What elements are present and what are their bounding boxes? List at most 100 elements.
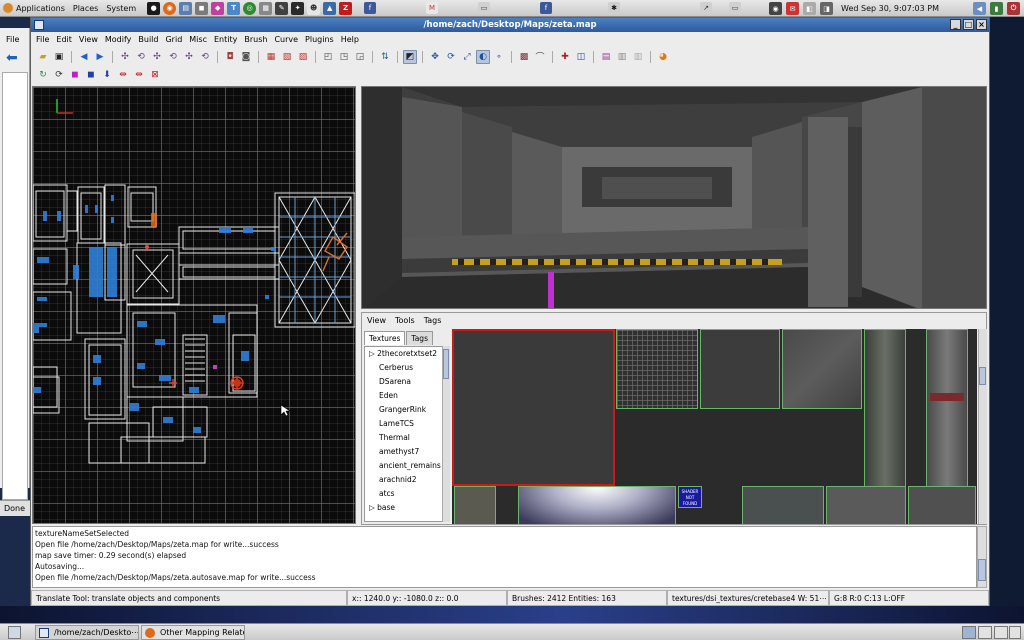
tree-scroll-thumb[interactable] [443,349,449,379]
facebook-icon[interactable]: f [540,2,552,14]
texture-tile[interactable] [908,486,976,524]
clock[interactable]: Wed Sep 30, 9:07:03 PM [841,4,939,13]
reload-icon[interactable]: ⟳ [52,68,66,82]
hollow-icon[interactable]: ▨ [296,50,310,64]
change-views-icon[interactable]: ◲ [353,50,367,64]
menu-build[interactable]: Build [138,35,158,44]
launcher-icon[interactable]: ✎ [275,1,289,15]
launcher-icon[interactable]: ▦ [259,1,273,15]
menu-curve[interactable]: Curve [274,35,298,44]
rotate-z-icon[interactable]: ⟲ [198,50,212,64]
clipper-icon[interactable]: ◰ [321,50,335,64]
flip-z-icon[interactable]: ✣ [182,50,196,64]
system-menu[interactable]: System [106,4,136,13]
taskbar-item-firefox[interactable]: Other Mapping Relate⋯ [141,625,245,640]
menu-help[interactable]: Help [341,35,359,44]
texture-tile[interactable] [926,329,968,487]
texture-tile[interactable] [518,486,676,524]
filter-icon[interactable]: ▥ [615,50,629,64]
down-arrow-icon[interactable]: ⬇ [100,68,114,82]
region-icon[interactable]: ▤ [599,50,613,64]
tree-item[interactable]: Cerberus [365,361,449,375]
split-icon[interactable]: ⇹ [116,68,130,82]
tex-menu-view[interactable]: View [367,316,386,325]
entity-icon[interactable]: ✚ [558,50,572,64]
volume-icon[interactable]: ◀ [973,2,986,15]
expand-arrow-icon[interactable]: ▷ [369,503,377,512]
rotate-y-icon[interactable]: ⟲ [166,50,180,64]
texture-scroll-thumb[interactable] [979,367,986,385]
tray-icon[interactable]: ✉ [786,2,800,15]
scale-icon[interactable]: ⤢ [460,50,474,64]
undo-icon[interactable]: ◀ [77,50,91,64]
console-scroll-thumb[interactable] [978,559,986,581]
minimize-button[interactable]: _ [950,19,961,30]
camera-view[interactable] [361,86,987,309]
bug-icon[interactable]: ✱ [608,2,620,14]
texture-tile[interactable] [864,329,906,487]
rotate-x-icon[interactable]: ⟲ [134,50,148,64]
browser-file-menu[interactable]: File [6,35,19,44]
shader-icon[interactable]: ◼ [84,68,98,82]
vertex-icon[interactable]: ∘ [492,50,506,64]
launcher-icon[interactable]: ↗ [700,2,712,14]
lock-icon[interactable]: ◫ [574,50,588,64]
show-desktop-button[interactable] [8,626,21,639]
open-icon[interactable]: ▰ [36,50,50,64]
patch-icon[interactable]: ▩ [517,50,531,64]
tree-item[interactable]: ▷ base [365,501,449,515]
shader-icon[interactable]: ◼ [68,68,82,82]
trash-icon[interactable] [1009,626,1021,639]
printer-icon[interactable]: ▭ [729,2,741,14]
printer-icon[interactable]: ▭ [478,2,490,14]
tex-menu-tags[interactable]: Tags [424,316,442,325]
workspace-3[interactable] [994,626,1008,639]
tab-tags[interactable]: Tags [406,331,433,345]
tree-item[interactable]: GrangerRink [365,403,449,417]
ortho-grid-view[interactable] [32,86,356,524]
launcher-icon[interactable]: ▲ [323,1,337,15]
close-button[interactable]: × [976,19,987,30]
rotate-icon[interactable]: ⟳ [444,50,458,64]
camera-icon[interactable]: ◩ [403,49,417,64]
filezilla-icon[interactable]: Z [339,1,353,15]
refresh-icon[interactable]: ↻ [36,68,50,82]
menu-brush[interactable]: Brush [244,35,267,44]
tree-item[interactable]: ▷ 2thecoretxtset2 [365,347,449,361]
launcher-icon[interactable]: ◆ [211,1,225,15]
texture-tile[interactable] [616,329,698,409]
tab-textures[interactable]: Textures [364,331,406,345]
shutdown-icon[interactable]: ⏻ [1007,2,1020,15]
maximize-button[interactable]: □ [963,19,974,30]
firefox-icon[interactable]: ◉ [163,1,177,15]
filter-icon[interactable]: ▥ [631,50,645,64]
expand-arrow-icon[interactable]: ▷ [369,349,377,358]
texture-tile[interactable] [452,329,615,486]
menu-file[interactable]: File [36,35,49,44]
tray-icon[interactable]: ◉ [769,2,783,15]
menu-entity[interactable]: Entity [214,35,237,44]
launcher-icon[interactable]: ☻ [307,1,321,15]
tree-item[interactable]: Thermal [365,431,449,445]
texture-tile[interactable] [742,486,824,524]
titlebar[interactable]: /home/zach/Desktop/Maps/zeta.map _ □ × [31,18,989,32]
cancel-icon[interactable]: ⊠ [148,68,162,82]
redo-icon[interactable]: ▶ [93,50,107,64]
texture-tile[interactable] [826,486,906,524]
flip-y-icon[interactable]: ✣ [150,50,164,64]
launcher-icon[interactable]: ◼ [195,1,209,15]
select-touching-icon[interactable]: ◙ [239,50,253,64]
tree-item[interactable]: ancient_remains [365,459,449,473]
window-icon[interactable] [34,20,44,30]
translate-icon[interactable]: ✥ [428,50,442,64]
shader-not-found-tile[interactable]: SHADER NOT FOUND [678,486,702,508]
plugin-icon[interactable]: ◕ [656,50,670,64]
menu-modify[interactable]: Modify [105,35,132,44]
facebook-icon[interactable]: f [364,2,376,14]
tray-icon[interactable]: ◧ [803,2,817,15]
drag-icon[interactable]: ⇅ [378,50,392,64]
tray-icon[interactable]: ◨ [820,2,834,15]
taskbar-item-radiant[interactable]: /home/zach/Deskto⋯ [35,625,139,640]
back-arrow-icon[interactable]: ⬅ [6,51,22,65]
network-icon[interactable]: ▮ [990,2,1003,15]
